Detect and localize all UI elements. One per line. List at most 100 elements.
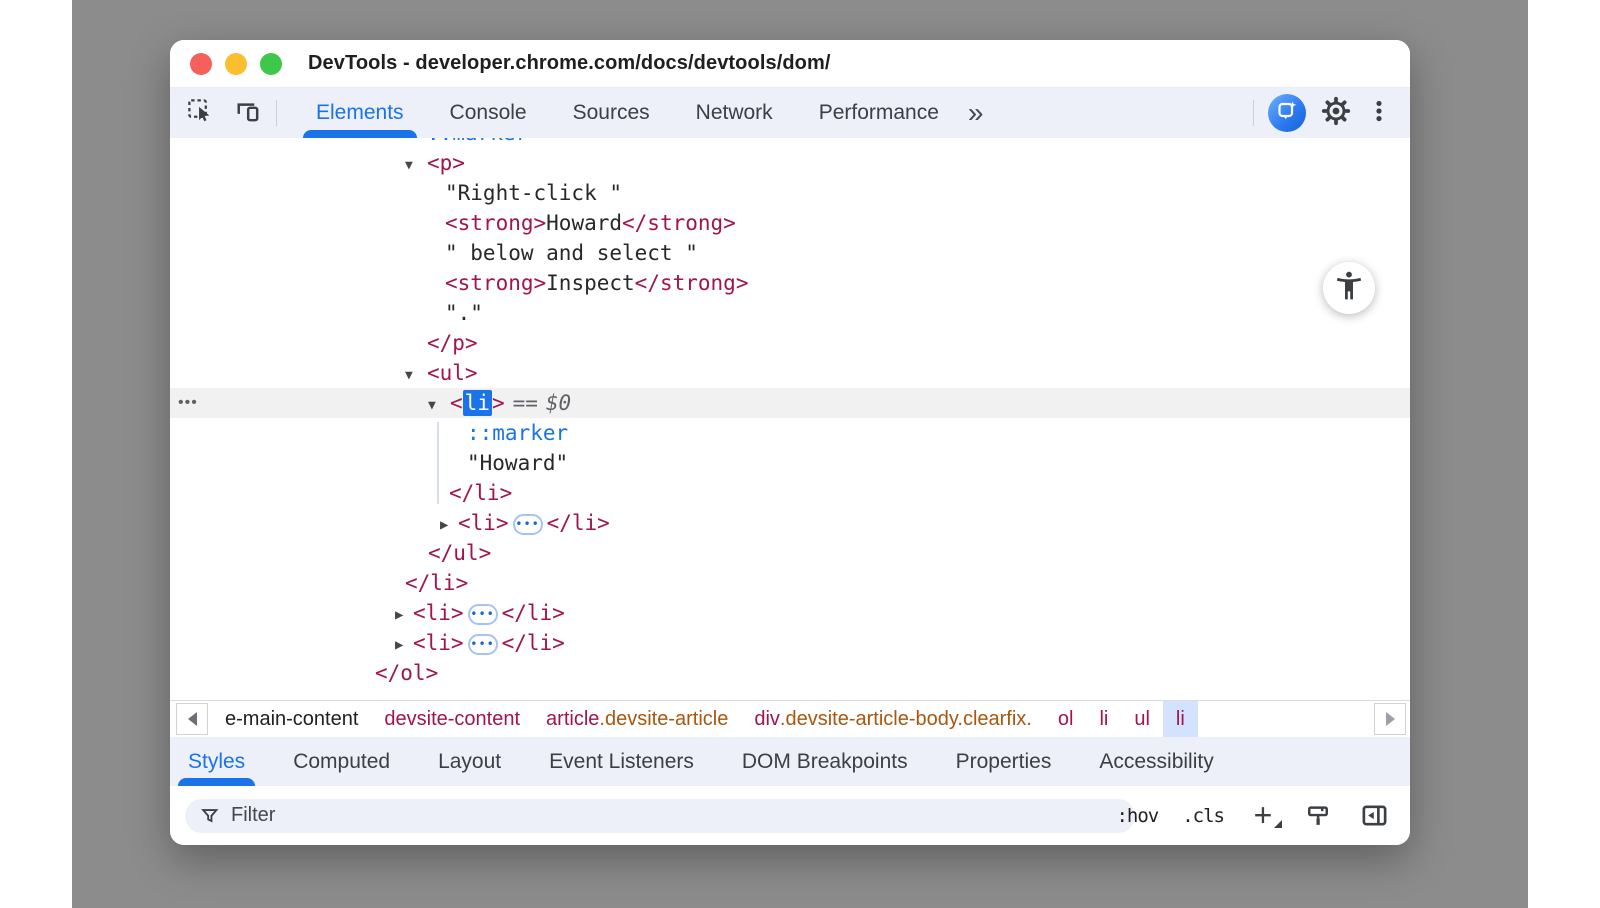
right-arrow-icon xyxy=(1386,712,1395,726)
breadcrumb-item[interactable]: div.devsite-article-body.clearfix. xyxy=(741,701,1045,737)
toggle-element-state-button[interactable]: :hov xyxy=(1116,805,1158,827)
more-panels-chevron[interactable]: » xyxy=(968,99,984,127)
expand-arrow-icon[interactable]: ▶ xyxy=(440,510,458,540)
tab-dom-breakpoints[interactable]: DOM Breakpoints xyxy=(718,737,932,786)
code-segment-tag: </li> xyxy=(502,601,565,625)
dom-tree-row[interactable]: "." xyxy=(170,298,1410,328)
window-titlebar: DevTools - developer.chrome.com/docs/dev… xyxy=(170,40,1410,88)
toggle-sidebar-button[interactable] xyxy=(1358,800,1390,832)
code-segment-tag: </li> xyxy=(547,511,610,535)
toggle-device-toolbar-button[interactable] xyxy=(230,96,264,130)
dom-tree-row[interactable]: ▶<li>•••</li> xyxy=(170,628,1410,658)
code-segment-tag: <li> xyxy=(413,631,464,655)
code-segment-tag: < xyxy=(450,391,463,415)
dom-tree-row[interactable]: </li> xyxy=(170,568,1410,598)
element-classes-button[interactable]: .cls xyxy=(1182,805,1224,827)
dom-tree-row[interactable]: " below and select " xyxy=(170,238,1410,268)
code-segment-tag: <li> xyxy=(458,511,509,535)
code-segment-tag: </li> xyxy=(405,571,468,595)
crumb-text: ul xyxy=(1134,708,1150,731)
dom-tree-row[interactable]: "Howard" xyxy=(170,448,1410,478)
styles-filter-bar: :hov .cls + xyxy=(170,786,1410,845)
collapse-arrow-icon[interactable]: ▼ xyxy=(405,151,427,181)
code-segment-tag: <strong> xyxy=(445,271,546,295)
breadcrumb-item[interactable]: ol xyxy=(1045,701,1087,737)
close-button[interactable] xyxy=(190,53,212,75)
dom-tree-row[interactable]: ::marker xyxy=(170,138,1410,148)
inspect-element-button[interactable] xyxy=(182,96,216,130)
breadcrumb: e-main-content devsite-contentarticle.dev… xyxy=(170,700,1410,737)
collapsed-content-ellipsis-button[interactable]: ••• xyxy=(468,634,498,655)
dom-tree-row[interactable]: ::marker xyxy=(170,418,1410,448)
collapse-arrow-icon[interactable]: ▼ xyxy=(405,361,427,391)
device-toolbar-icon xyxy=(234,97,261,129)
gear-icon xyxy=(1321,96,1351,131)
expand-arrow-icon[interactable]: ▶ xyxy=(395,600,413,630)
crumb-text: .devsite-article xyxy=(599,708,728,731)
tab-accessibility[interactable]: Accessibility xyxy=(1075,737,1237,786)
dom-tree-row[interactable]: ▶<li>•••</li> xyxy=(170,508,1410,538)
tab-performance[interactable]: Performance xyxy=(796,88,962,138)
dom-tree-row[interactable]: ▼<ul> xyxy=(170,358,1410,388)
dom-tree-row[interactable]: </li> xyxy=(170,478,1410,508)
dom-tree-row[interactable]: </ul> xyxy=(170,538,1410,568)
breadcrumb-scroll-right-button[interactable] xyxy=(1374,703,1406,735)
dom-tree-row[interactable]: <strong>Inspect</strong> xyxy=(170,268,1410,298)
tab-event-listeners[interactable]: Event Listeners xyxy=(525,737,718,786)
dom-tree-row[interactable]: ▶<li>•••</li> xyxy=(170,598,1410,628)
settings-button[interactable] xyxy=(1319,96,1353,130)
zoom-button[interactable] xyxy=(260,53,282,75)
tab-styles[interactable]: Styles xyxy=(188,737,269,786)
crumb-text: li xyxy=(1099,708,1108,731)
breadcrumb-item[interactable]: article.devsite-article xyxy=(533,701,741,737)
customize-devtools-button[interactable] xyxy=(1362,96,1396,130)
tab-sources[interactable]: Sources xyxy=(550,88,673,138)
code-segment-text: " below and select " xyxy=(445,241,698,265)
code-segment-tag: > xyxy=(492,391,505,415)
breadcrumb-item[interactable]: ul xyxy=(1121,701,1163,737)
new-style-rule-button[interactable]: + xyxy=(1248,801,1278,831)
dom-tree-row[interactable]: ▼<p> xyxy=(170,148,1410,178)
accessibility-widget-button[interactable] xyxy=(1323,262,1375,314)
dom-tree-row[interactable]: </p> xyxy=(170,328,1410,358)
dom-tree-row[interactable]: "Right-click " xyxy=(170,178,1410,208)
breadcrumb-item[interactable]: li xyxy=(1163,701,1198,737)
rendering-emulations-button[interactable] xyxy=(1302,800,1334,832)
code-segment-text: "." xyxy=(445,301,483,325)
indent-guide xyxy=(437,422,439,504)
code-segment-tag: </strong> xyxy=(635,271,749,295)
ai-assistant-button[interactable] xyxy=(1268,94,1306,132)
breadcrumb-scroll-left-button[interactable] xyxy=(176,703,208,735)
code-segment-operator: == xyxy=(513,391,538,415)
code-segment-tag: <li> xyxy=(413,601,464,625)
filter-input[interactable] xyxy=(231,804,1081,827)
crumb-text: .devsite-article-body.clearfix. xyxy=(780,708,1032,731)
code-segment-pseudo: ::marker xyxy=(427,138,528,145)
collapsed-content-ellipsis-button[interactable]: ••• xyxy=(513,514,543,535)
code-segment-dollar: $0 xyxy=(546,391,571,415)
collapse-arrow-icon[interactable]: ▼ xyxy=(428,391,450,421)
tab-computed[interactable]: Computed xyxy=(269,737,414,786)
crumb-text: e-main-content xyxy=(225,708,358,731)
traffic-lights xyxy=(190,53,282,75)
dom-tree-row[interactable]: </ol> xyxy=(170,658,1410,688)
code-segment-text: Inspect xyxy=(546,271,635,295)
minimize-button[interactable] xyxy=(225,53,247,75)
tab-elements[interactable]: Elements xyxy=(293,88,427,138)
dom-tree-row[interactable]: <strong>Howard</strong> xyxy=(170,208,1410,238)
tab-network[interactable]: Network xyxy=(673,88,796,138)
styles-filter-field[interactable] xyxy=(185,799,1135,833)
collapsed-content-ellipsis-button[interactable]: ••• xyxy=(468,604,498,625)
expand-arrow-icon[interactable]: ▶ xyxy=(395,630,413,660)
breadcrumb-item[interactable]: devsite-content xyxy=(371,701,533,737)
breadcrumb-item[interactable]: li xyxy=(1086,701,1121,737)
crumb-text: li xyxy=(1176,708,1185,731)
row-more-actions-ellipsis[interactable]: ••• xyxy=(178,388,198,418)
tab-console[interactable]: Console xyxy=(427,88,550,138)
elements-dom-tree: ::marker▼<p>"Right-click "<strong>Howard… xyxy=(170,138,1410,700)
breadcrumb-item[interactable]: e-main-content xyxy=(212,701,371,737)
dom-tree-row[interactable]: •••▼<li>==$0 xyxy=(170,388,1410,418)
tab-layout[interactable]: Layout xyxy=(414,737,525,786)
tab-properties[interactable]: Properties xyxy=(932,737,1076,786)
devtools-window: DevTools - developer.chrome.com/docs/dev… xyxy=(170,40,1410,845)
